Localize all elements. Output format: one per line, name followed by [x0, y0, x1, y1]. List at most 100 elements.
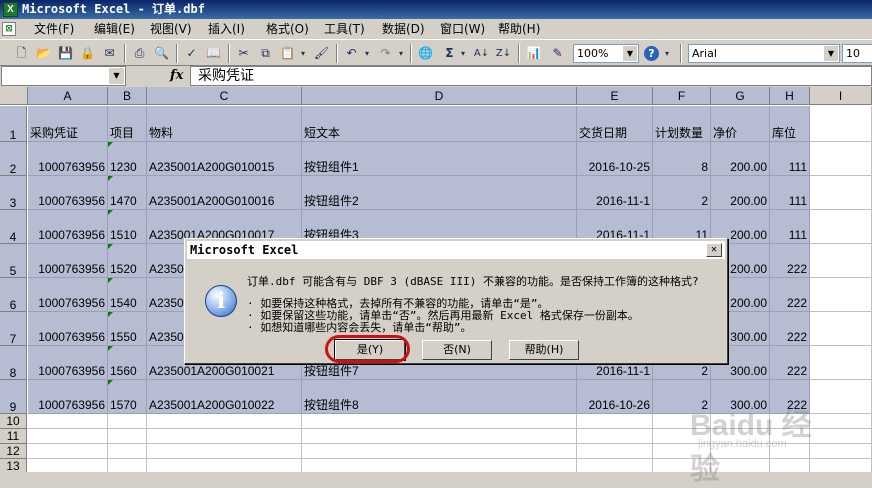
row-header[interactable]: 9 — [0, 380, 27, 414]
permission-icon[interactable]: 🔒 — [78, 44, 97, 63]
sort-descending-icon[interactable]: Z↓ — [494, 44, 513, 63]
column-header-c[interactable]: C — [147, 87, 302, 105]
cell[interactable]: 库位 — [770, 106, 810, 142]
cell[interactable]: 交货日期 — [577, 106, 653, 142]
cell[interactable]: 200.00 — [711, 142, 770, 176]
workbook-icon[interactable]: ⊠ — [2, 22, 16, 36]
cell[interactable]: 222 — [770, 346, 810, 380]
new-icon[interactable]: 🗋 — [12, 44, 31, 63]
cell[interactable]: 222 — [770, 312, 810, 346]
cell[interactable]: 1510 — [108, 210, 147, 244]
cell[interactable] — [147, 444, 302, 459]
font-name-combo[interactable]: Arial ▼ — [688, 44, 840, 63]
cell[interactable]: 1540 — [108, 278, 147, 312]
chevron-down-icon[interactable]: ▼ — [824, 46, 838, 61]
cell[interactable] — [147, 459, 302, 472]
font-size-combo[interactable]: 10 — [842, 44, 872, 63]
help-icon[interactable]: ? — [644, 46, 659, 61]
cell[interactable]: 1470 — [108, 176, 147, 210]
row-header[interactable]: 4 — [0, 210, 27, 244]
cell[interactable]: 短文本 — [302, 106, 577, 142]
row-header[interactable]: 7 — [0, 312, 27, 346]
cell[interactable]: 1000763956 — [28, 312, 108, 346]
sort-ascending-icon[interactable]: A↓ — [472, 44, 491, 63]
row-header[interactable]: 6 — [0, 278, 27, 312]
cell[interactable]: 111 — [770, 142, 810, 176]
formula-input[interactable]: 采购凭证 — [190, 66, 872, 86]
cell[interactable] — [28, 459, 108, 472]
row-header[interactable]: 11 — [0, 429, 27, 444]
print-preview-icon[interactable]: 🔍 — [152, 44, 171, 63]
cell[interactable]: 1000763956 — [28, 278, 108, 312]
row-header[interactable]: 13 — [0, 459, 27, 472]
cell[interactable]: 200.00 — [711, 176, 770, 210]
cell[interactable] — [302, 459, 577, 472]
cell[interactable]: 222 — [770, 244, 810, 278]
no-button[interactable]: 否(N) — [422, 340, 492, 360]
cell[interactable]: 1230 — [108, 142, 147, 176]
cell[interactable] — [108, 414, 147, 429]
menu-format[interactable]: 格式(O) — [262, 21, 313, 38]
chevron-down-icon[interactable]: ▼ — [109, 68, 124, 84]
cell[interactable] — [577, 459, 653, 472]
column-header-a[interactable]: A — [28, 87, 108, 105]
cell[interactable]: 222 — [770, 278, 810, 312]
print-icon[interactable]: ⎙ — [130, 44, 149, 63]
menu-insert[interactable]: 插入(I) — [204, 21, 249, 38]
cell[interactable]: 1000763956 — [28, 244, 108, 278]
menu-file[interactable]: 文件(F) — [30, 21, 78, 38]
redo-dropdown-icon[interactable]: ▾ — [396, 44, 406, 63]
cell[interactable]: 按钮组件8 — [302, 380, 577, 414]
cut-icon[interactable]: ✂ — [234, 44, 253, 63]
close-icon[interactable]: ✕ — [706, 243, 722, 257]
cell[interactable] — [810, 346, 872, 380]
column-header-g[interactable]: G — [711, 87, 770, 105]
cell[interactable]: 1000763956 — [28, 210, 108, 244]
chevron-down-icon[interactable]: ▼ — [623, 46, 637, 61]
open-icon[interactable]: 📂 — [34, 44, 53, 63]
undo-dropdown-icon[interactable]: ▾ — [362, 44, 372, 63]
cell[interactable]: 111 — [770, 210, 810, 244]
cell[interactable] — [810, 278, 872, 312]
cell[interactable] — [108, 429, 147, 444]
row-header[interactable]: 12 — [0, 444, 27, 459]
paste-icon[interactable]: 📋 — [278, 44, 297, 63]
cell[interactable]: 采购凭证 — [28, 106, 108, 142]
help-button[interactable]: 帮助(H) — [509, 340, 579, 360]
menu-view[interactable]: 视图(V) — [146, 21, 196, 38]
cell[interactable] — [108, 459, 147, 472]
row-header[interactable]: 8 — [0, 346, 27, 380]
cell[interactable]: 1000763956 — [28, 176, 108, 210]
cell[interactable] — [147, 414, 302, 429]
cell[interactable]: 1000763956 — [28, 380, 108, 414]
copy-icon[interactable]: ⧉ — [256, 44, 275, 63]
cell[interactable]: 1570 — [108, 380, 147, 414]
column-header-d[interactable]: D — [302, 87, 577, 105]
row-header[interactable]: 10 — [0, 414, 27, 429]
cell[interactable] — [810, 176, 872, 210]
cell[interactable] — [810, 210, 872, 244]
cell[interactable]: 计划数量 — [653, 106, 711, 142]
cell[interactable] — [810, 142, 872, 176]
column-header-b[interactable]: B — [108, 87, 147, 105]
row-header[interactable]: 3 — [0, 176, 27, 210]
cell[interactable] — [810, 106, 872, 142]
toolbar-options-icon[interactable]: ▾ — [662, 44, 672, 63]
spelling-icon[interactable]: ✓ — [182, 44, 201, 63]
cell[interactable]: 8 — [653, 142, 711, 176]
autosum-dropdown-icon[interactable]: ▾ — [458, 44, 468, 63]
menu-data[interactable]: 数据(D) — [378, 21, 429, 38]
cell[interactable]: 物料 — [147, 106, 302, 142]
cell[interactable] — [577, 444, 653, 459]
undo-icon[interactable]: ↶ — [342, 44, 361, 63]
cell[interactable]: 按钮组件1 — [302, 142, 577, 176]
cell[interactable]: 按钮组件2 — [302, 176, 577, 210]
format-painter-icon[interactable]: 🖌 — [312, 44, 331, 63]
paste-dropdown-icon[interactable]: ▾ — [298, 44, 308, 63]
cell[interactable] — [147, 429, 302, 444]
cell[interactable]: 2016-10-26 — [577, 380, 653, 414]
cell[interactable]: 1520 — [108, 244, 147, 278]
column-header-h[interactable]: H — [770, 87, 810, 105]
cell[interactable] — [28, 414, 108, 429]
cell[interactable] — [810, 312, 872, 346]
